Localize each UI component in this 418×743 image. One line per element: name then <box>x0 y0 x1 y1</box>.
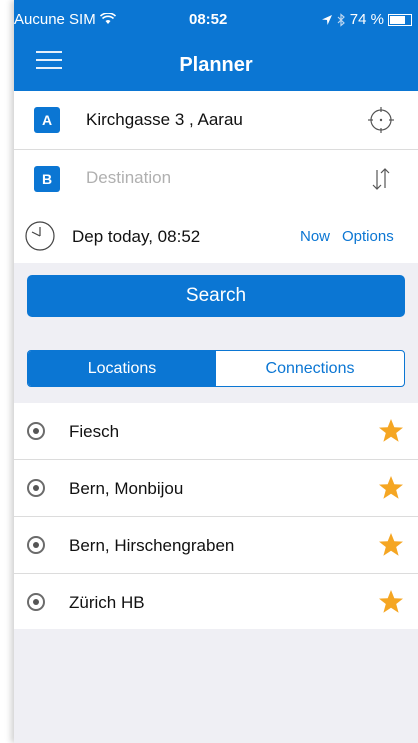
location-label: Bern, Hirschengraben <box>69 536 235 555</box>
search-section: Search Locations Connections <box>14 263 418 403</box>
clock-icon <box>25 221 55 251</box>
bluetooth-icon <box>337 12 345 27</box>
status-carrier: Aucune SIM <box>14 11 116 28</box>
list-item[interactable]: Bern, Monbijou <box>14 460 418 517</box>
departure-row: Dep today, 08:52 Now Options <box>14 208 418 263</box>
tab-locations[interactable]: Locations <box>28 351 216 386</box>
page-title: Planner <box>179 54 253 76</box>
now-link[interactable]: Now <box>300 228 330 245</box>
hamburger-line <box>36 51 62 53</box>
location-label: Bern, Monbijou <box>69 479 184 498</box>
empty-area <box>14 629 418 743</box>
star-icon[interactable] <box>377 474 405 502</box>
list-item[interactable]: Bern, Hirschengraben <box>14 517 418 574</box>
departure-time[interactable]: Dep today, 08:52 <box>72 227 200 247</box>
destination-input[interactable] <box>86 164 346 192</box>
segmented-control: Locations Connections <box>27 350 405 387</box>
location-arrow-icon <box>321 14 332 25</box>
origin-badge: A <box>34 107 60 133</box>
destination-row[interactable]: B <box>14 150 418 209</box>
wifi-icon <box>99 12 116 24</box>
star-icon[interactable] <box>377 588 405 616</box>
search-button[interactable]: Search <box>27 275 405 317</box>
nav-bar: Planner <box>14 38 418 91</box>
header: Aucune SIM 08:52 74 % Planner <box>14 0 418 91</box>
location-label: Fiesch <box>69 422 120 441</box>
tab-connections[interactable]: Connections <box>216 351 404 386</box>
crosshair-icon[interactable] <box>366 105 396 135</box>
status-bar: Aucune SIM 08:52 74 % <box>14 0 418 38</box>
location-label: Zürich HB <box>69 593 145 612</box>
battery-percent: 74 % <box>349 11 384 28</box>
carrier-label: Aucune SIM <box>14 11 96 28</box>
star-icon[interactable] <box>377 417 405 445</box>
battery-fill <box>390 15 405 24</box>
radio-icon <box>27 479 45 497</box>
star-icon[interactable] <box>377 531 405 559</box>
options-link[interactable]: Options <box>342 228 394 245</box>
locations-list: Fiesch Bern, Monbijou Bern, Hirschengrab… <box>14 403 418 631</box>
destination-badge: B <box>34 166 60 192</box>
list-item[interactable]: Zürich HB <box>14 574 418 631</box>
battery-icon <box>388 13 412 26</box>
radio-icon <box>27 422 45 440</box>
radio-icon <box>27 593 45 611</box>
swap-icon[interactable] <box>366 164 396 194</box>
app-screen: Aucune SIM 08:52 74 % Planner A Kirchgas… <box>14 0 418 743</box>
radio-icon <box>27 536 45 554</box>
status-time: 08:52 <box>189 11 228 28</box>
list-item[interactable]: Fiesch <box>14 403 418 460</box>
origin-row[interactable]: A Kirchgasse 3 , Aarau <box>14 91 418 150</box>
status-right: 74 % <box>321 11 412 28</box>
origin-field[interactable]: Kirchgasse 3 , Aarau <box>86 110 243 130</box>
